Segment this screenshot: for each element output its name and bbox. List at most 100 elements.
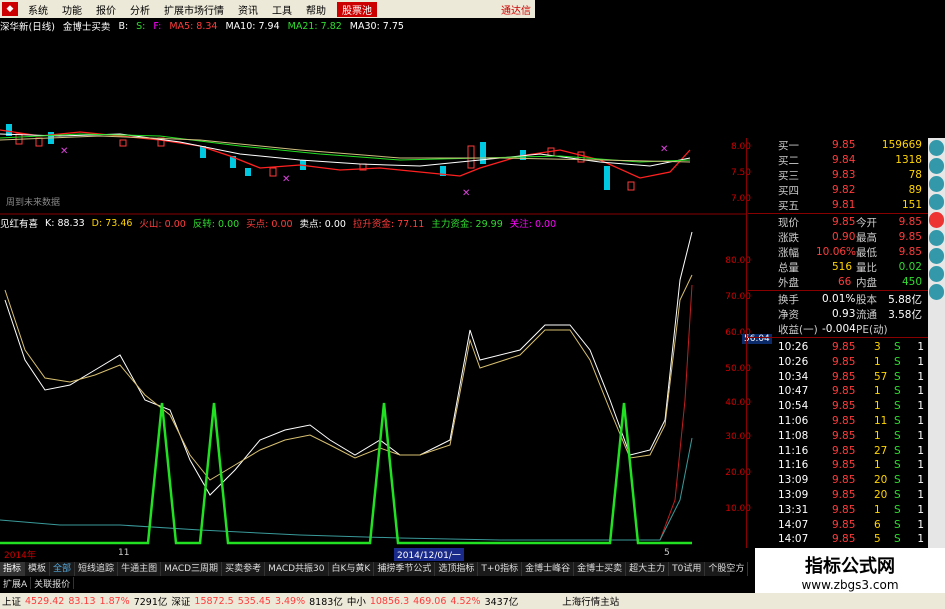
legend-ma21: MA21: 7.82 bbox=[287, 20, 342, 32]
tab[interactable]: 选顶指标 bbox=[435, 562, 479, 576]
bid-row: 买一 9.85 159669 bbox=[778, 139, 922, 152]
tab[interactable]: MACD三周期 bbox=[161, 562, 223, 576]
tab[interactable]: T+0指标 bbox=[478, 562, 523, 576]
tick-n: 1 bbox=[917, 518, 924, 531]
legend-s: S: bbox=[136, 20, 146, 32]
tick-t: 10:47 bbox=[778, 385, 809, 398]
tick-n: 1 bbox=[917, 474, 924, 487]
tick-row: 10:54 9.85 1 S 1 bbox=[748, 399, 928, 413]
tick-p: 9.85 bbox=[832, 533, 856, 546]
quote-row: 总量 516 量比 0.02 bbox=[778, 261, 922, 274]
stat-row: 净资 0.93 流通 3.58亿 bbox=[778, 308, 922, 321]
menu-item-function[interactable]: 功能 bbox=[55, 2, 89, 17]
tick-t: 13:09 bbox=[778, 489, 809, 501]
f-marker: ✕ bbox=[60, 146, 68, 157]
side-button-icon[interactable] bbox=[929, 140, 944, 156]
side-button-icon[interactable] bbox=[929, 158, 944, 174]
stat-row: 换手 0.01% 股本 5.88亿 bbox=[778, 293, 922, 306]
tick-n: 1 bbox=[917, 415, 924, 427]
tab-template[interactable]: 模板 bbox=[25, 562, 51, 576]
side-button-icon[interactable] bbox=[929, 284, 944, 300]
f-marker: ✕ bbox=[660, 144, 668, 155]
ind-hs: 火山: 0.00 bbox=[139, 219, 186, 230]
tab[interactable]: 白K与黄K bbox=[329, 562, 375, 576]
tab[interactable]: 超大主力 bbox=[626, 562, 670, 576]
tab[interactable]: 短线追踪 bbox=[75, 562, 119, 576]
quote-row: 外盘 66 内盘 450 bbox=[778, 276, 922, 289]
candle bbox=[604, 166, 610, 190]
tick-n: 1 bbox=[917, 489, 924, 501]
tick-p: 9.85 bbox=[832, 489, 856, 501]
ind-d: D: 73.46 bbox=[91, 217, 133, 229]
side-button-icon[interactable] bbox=[929, 248, 944, 264]
tick-p: 9.85 bbox=[832, 518, 856, 531]
indicator-tabs: 指标 模板 全部 短线追踪 牛通主图 MACD三周期 买卖参考 MACD共振30… bbox=[0, 562, 749, 576]
candle bbox=[48, 132, 54, 144]
tick-n: 1 bbox=[917, 370, 924, 383]
tick-row: 13:31 9.85 1 S 1 bbox=[748, 503, 928, 517]
date-selected[interactable]: 2014/12/01/一 bbox=[394, 548, 464, 561]
menu-item-system[interactable]: 系统 bbox=[21, 2, 55, 17]
menu-item-news[interactable]: 资讯 bbox=[231, 2, 265, 17]
legend-ma30: MA30: 7.75 bbox=[349, 20, 404, 32]
tab[interactable]: 金博士峰谷 bbox=[522, 562, 575, 576]
legend-b: B: bbox=[118, 20, 129, 32]
menu-item-quote[interactable]: 报价 bbox=[89, 2, 123, 17]
candle bbox=[230, 156, 236, 168]
status-bar: 上证 4529.42 83.13 1.87% 7291亿 深证 15872.5 … bbox=[0, 593, 945, 609]
menu-item-help[interactable]: 帮助 bbox=[299, 2, 333, 17]
tab[interactable]: 捕捞季节公式 bbox=[374, 562, 436, 576]
ind-gz: 关注: 0.00 bbox=[509, 219, 557, 230]
k-line bbox=[4, 231, 693, 496]
candle bbox=[200, 146, 206, 158]
tick-n: 1 bbox=[917, 385, 924, 398]
tick-s: S bbox=[894, 341, 901, 353]
tab[interactable]: 买卖参考 bbox=[222, 562, 266, 576]
indicator-legend: 见红有喜 K: 88.33 D: 73.46 火山: 0.00 反转: 0.00… bbox=[0, 216, 557, 231]
tick-row: 10:47 9.85 1 S 1 bbox=[748, 384, 928, 398]
candle bbox=[520, 150, 526, 160]
side-button-icon[interactable] bbox=[929, 212, 944, 228]
candle bbox=[157, 137, 165, 147]
tick-n: 1 bbox=[917, 355, 924, 368]
tab[interactable]: 个股空方 bbox=[705, 562, 749, 576]
tick-s: S bbox=[894, 503, 901, 516]
tick-n: 1 bbox=[917, 341, 924, 353]
tick-v: 11 bbox=[874, 415, 888, 427]
stock-pool-button[interactable]: 股票池 bbox=[337, 1, 377, 17]
menu-item-tools[interactable]: 工具 bbox=[265, 2, 299, 17]
tick-s: S bbox=[894, 459, 901, 472]
tick-s: S bbox=[894, 474, 901, 487]
tick-t: 10:34 bbox=[778, 370, 809, 383]
tick-row: 13:09 9.85 20 S 1 bbox=[748, 473, 928, 487]
f-marker: ✕ bbox=[282, 174, 290, 185]
tab[interactable]: 金博士买卖 bbox=[574, 562, 627, 576]
ind-mc: 卖点: 0.00 bbox=[299, 219, 346, 230]
menu-item-ext-market[interactable]: 扩展市场行情 bbox=[157, 2, 231, 17]
sz-value: 15872.5 bbox=[194, 595, 234, 607]
tick-t: 13:09 bbox=[778, 474, 809, 487]
site-label[interactable]: 上海行情主站 bbox=[562, 594, 619, 608]
tab-ext-a[interactable]: 扩展A bbox=[0, 577, 32, 590]
tick-s: S bbox=[894, 444, 901, 457]
tick-v: 1 bbox=[874, 355, 881, 368]
tab[interactable]: T0试用 bbox=[669, 562, 706, 576]
candle bbox=[467, 145, 475, 169]
tab[interactable]: 牛通主图 bbox=[118, 562, 162, 576]
tab-related-quote[interactable]: 关联报价 bbox=[31, 577, 75, 590]
watermark-url: www.zbgs3.com bbox=[801, 578, 899, 592]
legend-f: F: bbox=[153, 20, 162, 32]
sz-pct: 3.49% bbox=[274, 595, 306, 607]
side-button-icon[interactable] bbox=[929, 176, 944, 192]
ma5-line bbox=[0, 129, 691, 179]
tab[interactable]: MACD共振30 bbox=[265, 562, 329, 576]
side-button-icon[interactable] bbox=[929, 266, 944, 282]
side-button-icon[interactable] bbox=[929, 194, 944, 210]
ind-lsz: 拉升资金: 77.11 bbox=[352, 219, 425, 230]
menu-item-analysis[interactable]: 分析 bbox=[123, 2, 157, 17]
tab-all[interactable]: 全部 bbox=[50, 562, 76, 576]
side-button-icon[interactable] bbox=[929, 230, 944, 246]
candle bbox=[35, 137, 43, 147]
tab-indicator[interactable]: 指标 bbox=[0, 562, 26, 576]
tick-p: 9.85 bbox=[832, 400, 856, 413]
